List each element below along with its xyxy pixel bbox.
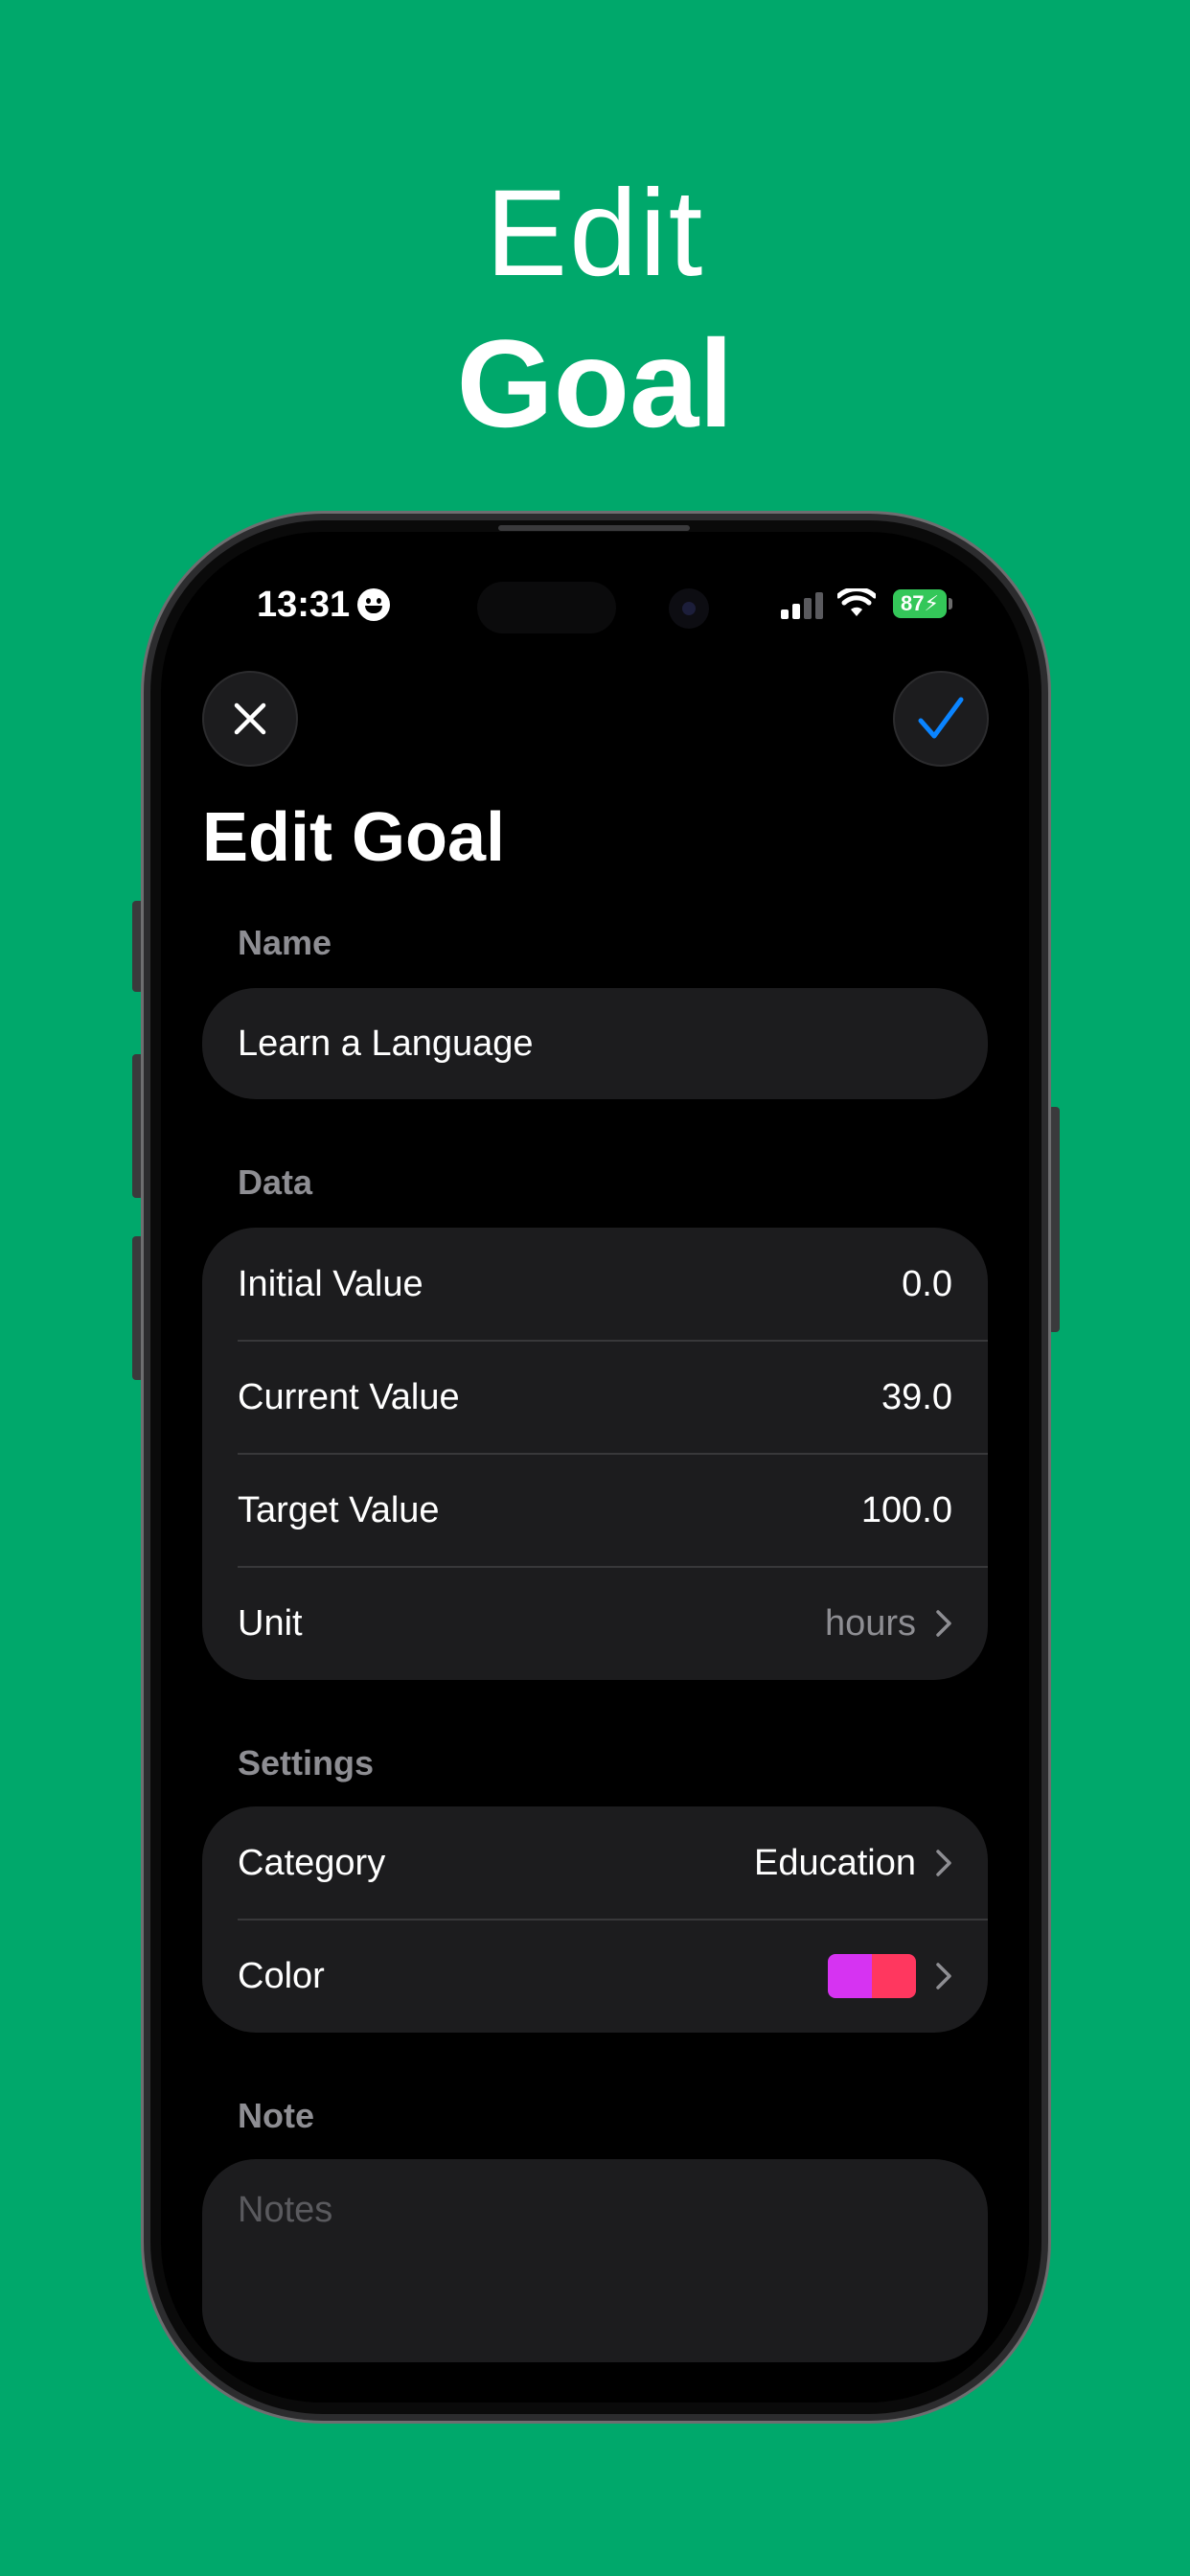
data-card: Initial Value 0.0 Current Value 39.0 Tar… [202, 1228, 988, 1680]
wifi-icon [837, 588, 876, 616]
target-value-row[interactable]: Target Value 100.0 [238, 1454, 952, 1567]
notes-placeholder: Notes [238, 2190, 333, 2230]
swatch-primary [828, 1954, 872, 1998]
camera-icon [669, 588, 709, 629]
color-label: Color [238, 1955, 325, 1996]
save-button[interactable] [893, 671, 989, 767]
notes-field[interactable]: Notes [202, 2159, 988, 2362]
settings-card: Category Education Color [202, 1806, 988, 2033]
target-value-label: Target Value [238, 1489, 440, 1530]
section-label-note: Note [238, 2096, 314, 2135]
section-label-data: Data [238, 1162, 313, 1202]
section-label-name: Name [238, 923, 332, 962]
name-field-value: Learn a Language [238, 1023, 534, 1064]
cellular-signal-icon [781, 592, 823, 619]
target-value-field[interactable]: 100.0 [861, 1490, 952, 1531]
battery-icon: 87⚡ [893, 589, 947, 618]
smiley-icon [357, 588, 390, 621]
unit-value: hours [824, 1602, 916, 1644]
dynamic-island [477, 582, 616, 633]
section-label-settings: Settings [238, 1743, 375, 1782]
close-button[interactable] [202, 671, 298, 767]
current-value-label: Current Value [238, 1376, 460, 1417]
chevron-right-icon [936, 1850, 951, 1876]
headline-goal: Goal [456, 313, 734, 453]
close-icon [234, 702, 266, 735]
initial-value-label: Initial Value [238, 1263, 423, 1304]
battery-level: 87 [901, 591, 925, 615]
category-label: Category [238, 1842, 386, 1883]
unit-row[interactable]: Unit hours [238, 1567, 952, 1680]
current-value-field[interactable]: 39.0 [881, 1377, 952, 1418]
name-field[interactable]: Learn a Language [202, 988, 988, 1099]
category-value: Education [753, 1842, 916, 1883]
checkmark-icon [918, 697, 964, 739]
current-value-row[interactable]: Current Value 39.0 [238, 1341, 952, 1454]
unit-label: Unit [238, 1602, 303, 1644]
color-swatch[interactable] [828, 1954, 916, 1998]
chevron-right-icon [936, 1610, 951, 1637]
color-row[interactable]: Color [238, 1920, 952, 2033]
speaker-grille [498, 525, 690, 531]
initial-value-field[interactable]: 0.0 [902, 1264, 952, 1305]
status-time: 13:31 [257, 585, 351, 625]
battery-tip [949, 598, 952, 610]
page-title: Edit Goal [202, 799, 506, 876]
initial-value-row[interactable]: Initial Value 0.0 [238, 1228, 952, 1341]
swatch-secondary [872, 1954, 916, 1998]
category-row[interactable]: Category Education [238, 1806, 952, 1920]
chevron-right-icon [936, 1963, 951, 1990]
headline-edit: Edit [485, 165, 705, 302]
